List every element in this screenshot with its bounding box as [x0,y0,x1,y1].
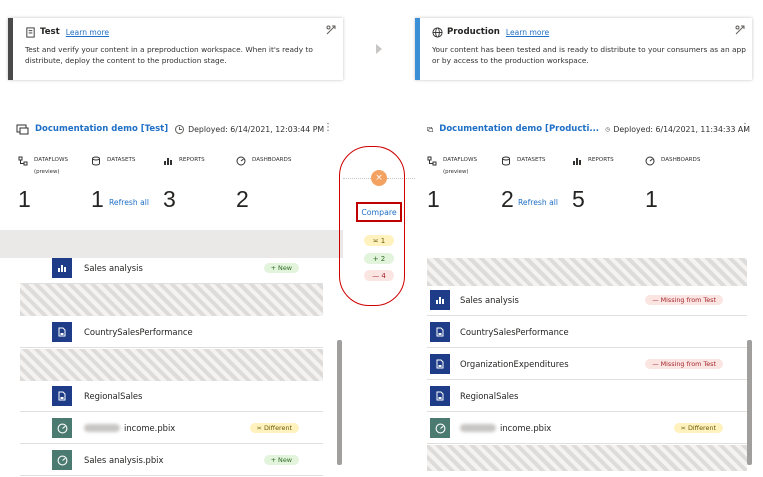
placeholder-hatch [427,445,747,471]
paginated-report-icon [430,386,450,406]
production-stage-description: Your content has been tested and is read… [432,45,746,65]
redacted-text [84,424,120,432]
metric-reports: REPORTS 3 [163,157,205,212]
list-item[interactable]: Sales analysis + New [20,254,323,284]
placeholder-hatch [20,349,323,381]
paginated-report-icon [430,354,450,374]
list-item[interactable]: RegionalSales [20,382,323,412]
refresh-all-link[interactable]: Refresh all [518,198,558,207]
test-deployment-panel: Documentation demo [Test] Deployed: 6/14… [0,112,343,477]
production-deployed-time: Deployed: 6/14/2021, 11:34:33 AM [613,124,750,134]
metric-datasets: DATASETS 2 [501,156,546,212]
test-stage-title: Test [40,27,60,37]
list-item[interactable]: Sales analysis.pbix + New [20,446,323,476]
test-stage-card: Test Learn more Test and verify your con… [8,18,343,80]
metric-dataflows: DATAFLOWS (preview) 1 [427,156,478,212]
metric-dashboards: DASHBOARDS 1 [645,156,701,212]
test-stage-description: Test and verify your content in a prepro… [25,45,313,65]
paginated-report-icon [52,386,72,406]
dashboard-icon [645,156,655,166]
deploy-icon [175,124,185,134]
metric-reports: REPORTS 5 [572,157,614,212]
list-item[interactable]: OrganizationExpenditures — Missing from … [427,350,747,380]
placeholder-hatch [427,258,747,286]
new-count-badge: + 2 [364,253,394,264]
reports-count: 3 [163,186,176,212]
datasets-count: 1 [91,186,104,212]
report-icon [164,158,172,165]
connector-line [387,178,415,179]
difference-icon: × [371,170,387,186]
dataflows-count: 1 [18,186,31,212]
report-icon [430,290,450,310]
dataflows-count: 1 [427,186,440,212]
production-stage-title: Production [447,27,500,37]
list-item[interactable]: CountrySalesPerformance [427,318,747,348]
connector-line [343,178,371,179]
dashboard-icon [52,450,72,470]
metric-dashboards: DASHBOARDS 2 [236,156,292,212]
reports-count: 5 [572,186,585,212]
document-icon [26,26,35,38]
dataset-icon [92,156,100,166]
stage-arrow-icon [376,44,382,54]
placeholder-hatch [20,284,323,316]
more-options-icon[interactable]: ⋮ [323,122,333,133]
stage-settings-icon[interactable] [325,24,337,36]
list-item[interactable]: CountrySalesPerformance [20,318,323,348]
list-item[interactable]: income.pbix ≍ Different [427,414,747,444]
redacted-text [460,424,496,432]
status-badge: + New [263,455,299,465]
stage-settings-icon[interactable] [734,24,746,36]
scrollbar-thumb[interactable] [747,340,752,465]
dataflow-icon [427,156,437,166]
compare-button[interactable]: Compare [356,202,402,222]
refresh-all-link[interactable]: Refresh all [109,198,149,207]
dashboard-icon [430,418,450,438]
list-item[interactable]: Sales analysis — Missing from Test [427,286,747,316]
test-deployed-time: Deployed: 6/14/2021, 12:03:44 PM [188,124,325,134]
dashboard-icon [52,418,72,438]
missing-count-badge: — 4 [364,270,394,281]
dashboard-icon [236,156,246,166]
production-workspace-name[interactable]: Documentation demo [Producti... [439,124,599,134]
workspace-icon [427,126,434,132]
test-learn-more-link[interactable]: Learn more [66,28,109,37]
globe-icon [432,26,443,38]
workspace-icon [16,124,29,134]
dataset-icon [502,156,510,166]
dataflow-icon [18,156,28,166]
status-badge: ≍ Different [673,423,723,433]
status-badge: ≍ Different [249,423,299,433]
list-item[interactable]: income.pbix ≍ Different [20,414,323,444]
report-icon [52,258,72,278]
compare-column: × Compare ≍ 1 + 2 — 4 [343,112,415,362]
status-badge: + New [263,263,299,273]
paginated-report-icon [52,322,72,342]
metric-datasets: DATASETS 1 [91,156,136,212]
report-icon [573,158,581,165]
production-stage-card: Production Learn more Your content has b… [415,18,752,80]
datasets-count: 2 [501,186,514,212]
list-item[interactable]: RegionalSales [427,382,747,412]
paginated-report-icon [430,322,450,342]
different-count-badge: ≍ 1 [364,235,394,246]
status-badge: — Missing from Test [645,359,723,369]
dashboards-count: 1 [645,186,658,212]
production-learn-more-link[interactable]: Learn more [506,28,549,37]
scrollbar-thumb[interactable] [337,340,342,465]
test-workspace-name[interactable]: Documentation demo [Test] [35,124,168,134]
deploy-icon [605,126,610,132]
more-options-icon[interactable]: ⋮ [740,122,750,133]
dashboards-count: 2 [236,186,249,212]
metric-dataflows: DATAFLOWS (preview) 1 [18,156,69,212]
status-badge: — Missing from Test [645,295,723,305]
production-deployment-panel: Documentation demo [Producti... Deployed… [415,112,760,477]
